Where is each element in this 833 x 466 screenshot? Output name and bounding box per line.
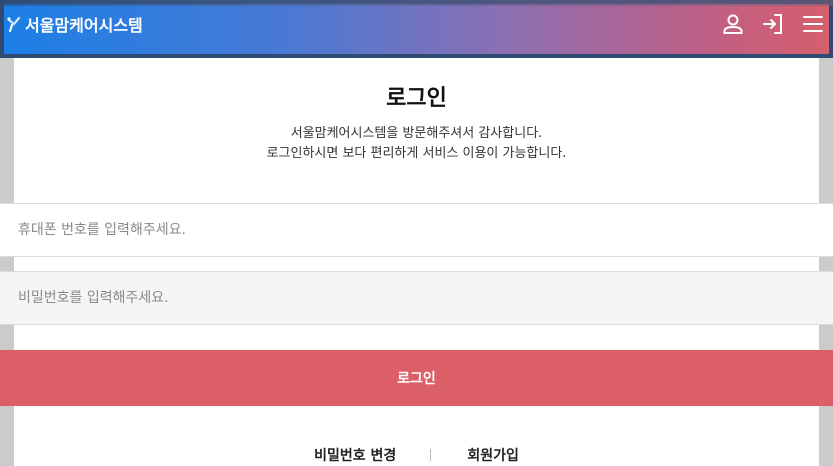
password-field-container — [0, 271, 833, 325]
divider — [430, 449, 432, 461]
user-icon[interactable] — [713, 11, 753, 37]
description-line-1: 서울맘케어시스템을 방문해주셔서 감사합니다. — [290, 126, 543, 141]
login-panel: 로그인 서울맘케어시스템을 방문해주셔서 감사합니다. 로그인하시면 보다 편리… — [0, 58, 833, 466]
header: 서울맘케어시스템 — [0, 0, 833, 58]
change-password-link[interactable]: 비밀번호 변경 — [314, 445, 396, 465]
login-button[interactable]: 로그인 — [0, 350, 833, 406]
password-input[interactable] — [0, 272, 833, 324]
page-title: 로그인 — [386, 86, 447, 111]
menu-icon[interactable] — [793, 11, 833, 37]
brand-name: 서울맘케어시스템 — [25, 16, 143, 35]
login-description: 서울맘케어시스템을 방문해주셔서 감사합니다. 로그인하시면 보다 편리하게 서… — [14, 124, 819, 164]
logo-icon — [7, 16, 21, 33]
login-icon[interactable] — [753, 11, 793, 37]
phone-input[interactable] — [0, 204, 833, 256]
description-line-2: 로그인하시면 보다 편리하게 서비스 이용이 가능합니다. — [266, 146, 567, 161]
account-links: 비밀번호 변경 회원가입 — [14, 445, 819, 465]
phone-field-container — [0, 203, 833, 257]
signup-link[interactable]: 회원가입 — [467, 445, 519, 465]
logo[interactable]: 서울맘케어시스템 — [6, 12, 143, 36]
